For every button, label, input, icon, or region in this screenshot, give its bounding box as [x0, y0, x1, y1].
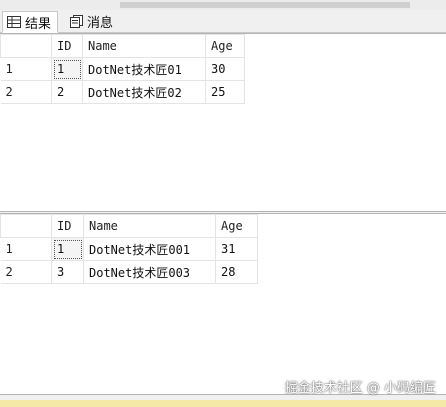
watermark-text: 掘金技术社区 @ 小码编匠: [284, 381, 436, 396]
tab-results[interactable]: 结果: [2, 11, 59, 33]
header-row: ID Name Age: [0, 214, 258, 238]
column-header-age[interactable]: Age: [215, 214, 258, 238]
cell-id[interactable]: 3: [51, 260, 84, 284]
results-tab-bar: 结果 消息: [0, 10, 446, 33]
cell-age[interactable]: 28: [215, 260, 258, 284]
row-number[interactable]: 2: [0, 260, 52, 284]
table-row[interactable]: 1 1 DotNet技术匠001 31: [0, 237, 258, 261]
cell-age[interactable]: 25: [205, 80, 245, 104]
messages-icon: [70, 14, 83, 28]
table-row[interactable]: 1 1 DotNet技术匠01 30: [0, 57, 245, 81]
column-header-id[interactable]: ID: [51, 34, 83, 58]
column-header-age[interactable]: Age: [205, 34, 245, 58]
cell-age[interactable]: 31: [215, 237, 258, 261]
cell-name[interactable]: DotNet技术匠003: [83, 260, 216, 284]
tab-results-label: 结果: [25, 16, 52, 32]
cell-name[interactable]: DotNet技术匠01: [82, 57, 206, 81]
cell-name[interactable]: DotNet技术匠02: [82, 80, 206, 104]
cell-name[interactable]: DotNet技术匠001: [83, 237, 216, 261]
grid-icon: [7, 16, 21, 28]
cell-id[interactable]: 1: [51, 57, 83, 81]
result-grid-2[interactable]: ID Name Age 1 1 DotNet技术匠001 31 2 3 DotN…: [0, 213, 446, 395]
row-number[interactable]: 1: [0, 57, 52, 81]
cell-id[interactable]: 2: [51, 80, 83, 104]
column-header-id[interactable]: ID: [51, 214, 84, 238]
column-header-name[interactable]: Name: [83, 214, 216, 238]
row-number-header[interactable]: [0, 214, 52, 238]
cell-age[interactable]: 30: [205, 57, 245, 81]
result-grid-1[interactable]: ID Name Age 1 1 DotNet技术匠01 30 2 2 DotNe…: [0, 33, 446, 212]
tab-messages-label: 消息: [87, 15, 114, 31]
table-row[interactable]: 2 3 DotNet技术匠003 28: [0, 260, 258, 284]
cell-id[interactable]: 1: [51, 237, 84, 261]
row-number[interactable]: 1: [0, 237, 52, 261]
status-bar: [0, 400, 446, 407]
column-header-name[interactable]: Name: [82, 34, 206, 58]
row-number-header[interactable]: [0, 34, 52, 58]
top-scrollbar[interactable]: [0, 0, 446, 10]
tab-messages[interactable]: 消息: [66, 11, 119, 31]
header-row: ID Name Age: [0, 34, 245, 58]
row-number[interactable]: 2: [0, 80, 52, 104]
table-row[interactable]: 2 2 DotNet技术匠02 25: [0, 80, 245, 104]
